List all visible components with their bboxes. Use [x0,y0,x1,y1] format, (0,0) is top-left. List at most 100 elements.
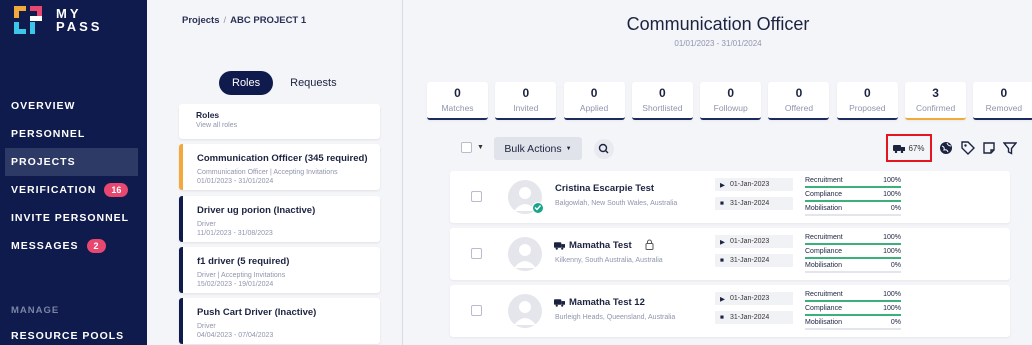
progress-bar-fill [805,257,901,259]
candidate-progress: Recruitment 100% Compliance 100% Mobilisat… [805,290,901,332]
progress-bar-fill [805,300,901,302]
filter-icon[interactable] [1003,141,1017,155]
candidate-row[interactable]: Mamatha Test Kilkenny, South Australia, … [450,228,1010,280]
progress-value: 0% [890,205,901,212]
role-meta: Driver | Accepting Invitations [197,272,286,279]
stat-label: Confirmed [915,103,956,113]
stat-proposed[interactable]: 0 Proposed [836,82,898,120]
sidebar-item-resource-pools[interactable]: RESOURCE POOLS [11,330,124,342]
tag-icon[interactable] [961,141,975,155]
stat-offered[interactable]: 0 Offered [768,82,830,120]
progress-bar-fill [805,314,901,316]
role-title: Communication Officer (345 required) [197,153,368,164]
progress-label: Compliance [805,305,842,312]
mypass-logo-icon [14,6,42,34]
candidate-checkbox[interactable] [471,191,482,202]
end-date-value: 31-Jan-2024 [730,314,770,321]
sidebar: MY PASS OVERVIEW PERSONNEL PROJECTS VERI… [0,0,147,345]
sidebar-item-verification[interactable]: VERIFICATION 16 [0,176,147,204]
stat-matches[interactable]: 0 Matches [427,82,488,120]
car-icon [554,299,565,307]
user-placeholder-icon [514,244,536,268]
play-icon: ▶ [720,238,725,246]
tab-requests[interactable]: Requests [277,71,349,95]
progress-compliance: Compliance 100% [805,247,901,261]
stat-number: 0 [727,86,735,100]
stat-label: Followup [713,103,748,113]
breadcrumb-projects-link[interactable]: Projects [182,15,220,26]
page-daterange: 01/01/2023 - 31/01/2024 [674,39,762,48]
role-card[interactable]: Communication Officer (345 required) Com… [179,144,380,190]
role-dates: 01/01/2023 - 31/01/2024 [197,178,274,185]
candidates-toolbar: ▼ Bulk Actions ▼ 67% [461,134,1017,162]
stat-confirmed[interactable]: 3 Confirmed [905,82,967,120]
role-card[interactable]: f1 driver (5 required) Driver | Acceptin… [179,247,380,293]
stat-number: 0 [795,86,803,100]
stat-number: 0 [1000,86,1008,100]
progress-bar [805,186,901,188]
sidebar-item-projects[interactable]: PROJECTS [5,148,138,176]
logo[interactable]: MY PASS [14,6,134,36]
progress-bar [805,200,901,202]
role-card[interactable]: Push Cart Driver (Inactive) Driver 04/04… [179,298,380,344]
candidate-row[interactable]: Mamatha Test 12 Burleigh Heads, Queensla… [450,285,1010,337]
stop-icon: ■ [720,257,724,264]
globe-icon[interactable] [939,141,953,155]
candidate-checkbox[interactable] [471,305,482,316]
sidebar-nav: OVERVIEW PERSONNEL PROJECTS VERIFICATION… [0,92,147,260]
start-date: ▶ 01-Jan-2023 [715,292,793,305]
vehicle-filter-button[interactable]: 67% [886,134,932,162]
progress-bar [805,243,901,245]
search-button[interactable] [594,139,614,159]
candidate-progress: Recruitment 100% Compliance 100% Mobilisat… [805,233,901,275]
start-date-value: 01-Jan-2023 [730,295,770,302]
candidate-checkbox[interactable] [471,248,482,259]
avatar [508,237,542,271]
stat-followup[interactable]: 0 Followup [700,82,762,120]
progress-mobilisation: Mobilisation 0% [805,261,901,275]
start-date-value: 01-Jan-2023 [730,181,770,188]
sidebar-item-invite-personnel[interactable]: INVITE PERSONNEL [0,204,147,232]
sidebar-item-personnel[interactable]: PERSONNEL [0,120,147,148]
main-content: Communication Officer 01/01/2023 - 31/01… [404,0,1032,345]
candidate-name[interactable]: Mamatha Test 12 [569,297,645,308]
stat-invited[interactable]: 0 Invited [495,82,557,120]
tab-roles[interactable]: Roles [219,71,274,95]
progress-value: 100% [883,234,901,241]
note-icon[interactable] [982,141,996,155]
progress-value: 100% [883,177,901,184]
role-card[interactable]: Driver ug porion (Inactive) Driver 11/01… [179,196,380,242]
progress-value: 100% [883,248,901,255]
role-meta: Driver [197,221,216,228]
roles-header-title: Roles [196,110,220,120]
bulk-actions-button[interactable]: Bulk Actions ▼ [494,137,582,160]
stat-removed[interactable]: 0 Removed [973,82,1032,120]
progress-label: Compliance [805,191,842,198]
chevron-down-icon: ▼ [565,145,572,152]
progress-label: Mobilisation [805,262,842,269]
messages-count-badge: 2 [86,239,106,253]
stop-icon: ■ [720,314,724,321]
candidate-name[interactable]: Cristina Escarpie Test [555,183,654,194]
sidebar-item-messages[interactable]: MESSAGES 2 [0,232,147,260]
progress-bar [805,257,901,259]
candidate-dates: ▶ 01-Jan-2023 ■ 31-Jan-2024 [715,292,793,330]
candidate-name[interactable]: Mamatha Test [569,240,632,251]
sidebar-item-label: VERIFICATION [11,184,97,196]
progress-value: 0% [890,319,901,326]
candidate-dates: ▶ 01-Jan-2023 ■ 31-Jan-2024 [715,235,793,273]
stat-shortlisted[interactable]: 0 Shortlisted [631,82,693,120]
select-all-dropdown[interactable]: ▼ [461,142,484,153]
candidate-progress: Recruitment 100% Compliance 100% Mobilisat… [805,176,901,218]
select-all-checkbox[interactable] [461,142,472,153]
roles-view-all-card[interactable]: Roles View all roles [179,104,380,139]
progress-bar [805,214,901,216]
breadcrumb-separator: / [223,15,227,26]
stat-number: 0 [522,86,530,100]
end-date: ■ 31-Jan-2024 [715,197,793,210]
candidate-row[interactable]: Cristina Escarpie Test Balgowlah, New So… [450,171,1010,223]
page-title: Communication Officer [626,14,810,34]
sidebar-item-overview[interactable]: OVERVIEW [0,92,147,120]
stat-applied[interactable]: 0 Applied [563,82,625,120]
breadcrumb-current: ABC PROJECT 1 [230,15,307,26]
